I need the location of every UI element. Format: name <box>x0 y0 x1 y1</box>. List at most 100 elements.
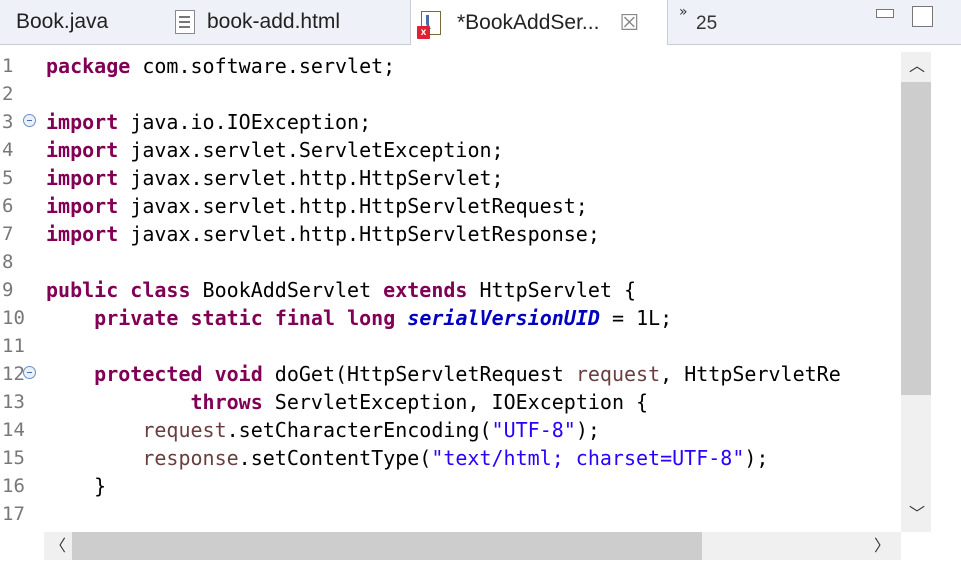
line-number: 7 <box>2 223 14 245</box>
line-number: 12 <box>2 363 25 385</box>
keyword-token: protected <box>94 362 203 386</box>
tab-label: *BookAddSer... <box>457 10 600 34</box>
line-number: 16 <box>2 475 25 497</box>
keyword-token: void <box>214 362 263 386</box>
keyword-token: package <box>46 54 131 78</box>
tab-label: Book.java <box>16 10 109 33</box>
html-file-icon <box>175 10 195 34</box>
line-number: 8 <box>2 251 14 273</box>
scroll-right-icon[interactable]: 〉 <box>874 538 890 554</box>
line-number: 1 <box>2 55 14 77</box>
code-token: ); <box>744 446 769 470</box>
code-text: request.setCharacterEncoding("UTF-8"); <box>46 416 600 444</box>
code-token: javax.servlet.http.HttpServletResponse; <box>118 222 600 246</box>
keyword-token: public <box>46 278 119 302</box>
line-number: 6 <box>2 195 14 217</box>
parameter-token: response <box>142 446 239 470</box>
line-number: 9 <box>2 279 14 301</box>
code-token: BookAddServlet <box>190 278 384 302</box>
code-text: } <box>46 472 106 500</box>
string-token: "UTF-8" <box>491 418 576 442</box>
tab-book-add-servlet[interactable]: x *BookAddSer... ☒ <box>410 0 668 45</box>
keyword-token: throws <box>190 390 263 414</box>
line-number: 13 <box>2 391 25 413</box>
code-token: } <box>46 474 107 498</box>
keyword-token: import <box>46 194 119 218</box>
code-token: javax.servlet.http.HttpServletRequest; <box>118 194 588 218</box>
code-token: ServletException, IOException { <box>262 390 649 414</box>
tab-book-add-html[interactable]: book-add.html <box>175 0 405 44</box>
code-token: = 1L; <box>599 306 673 330</box>
parameter-token: request <box>575 362 661 386</box>
scroll-up-icon[interactable]: ︿ <box>909 58 925 74</box>
code-token: , HttpServletRe <box>660 362 841 386</box>
code-text: response.setContentType("text/html; char… <box>46 444 768 472</box>
keyword-token: private <box>94 306 179 330</box>
vertical-scrollbar[interactable]: ︿ ﹀ <box>901 52 931 532</box>
keyword-token: import <box>46 138 119 162</box>
horizontal-scrollbar[interactable]: 〈 〉 <box>44 532 901 560</box>
horizontal-scroll-thumb[interactable] <box>72 532 702 560</box>
keyword-token: extends <box>383 278 468 302</box>
line-number: 11 <box>2 335 25 357</box>
code-editor[interactable]: 1 package com.software.servlet; 2 3 import j… <box>0 45 961 565</box>
tab-overflow-icon[interactable]: » <box>679 4 688 20</box>
keyword-token: import <box>46 110 119 134</box>
scroll-down-icon[interactable]: ﹀ <box>909 506 925 522</box>
tab-label: book-add.html <box>207 10 341 33</box>
code-text: package com.software.servlet; <box>46 52 395 80</box>
tab-book-java[interactable]: Book.java <box>0 0 160 44</box>
line-number: 3 <box>2 111 14 133</box>
line-number: 17 <box>2 503 25 525</box>
parameter-token: request <box>142 418 227 442</box>
line-number: 2 <box>2 83 14 105</box>
code-text: throws ServletException, IOException { <box>46 388 649 416</box>
code-text: private static final long serialVersionU… <box>46 304 672 332</box>
close-tab-icon[interactable]: ☒ <box>619 10 639 36</box>
vertical-scroll-thumb[interactable] <box>901 82 931 395</box>
line-number: 4 <box>2 139 14 161</box>
code-token: .setCharacterEncoding( <box>226 418 492 442</box>
scroll-left-icon[interactable]: 〈 <box>50 538 66 554</box>
keyword-token: static <box>190 306 263 330</box>
code-text: import javax.servlet.http.HttpServletRes… <box>46 220 600 248</box>
code-token: javax.servlet.ServletException; <box>118 138 504 162</box>
code-text: import javax.servlet.http.HttpServletReq… <box>46 192 588 220</box>
fold-collapse-icon[interactable] <box>23 366 36 379</box>
line-number: 10 <box>2 307 25 329</box>
field-token: serialVersionUID <box>407 306 600 330</box>
tab-overflow-count[interactable]: 25 <box>696 13 717 35</box>
code-text: import javax.servlet.ServletException; <box>46 136 504 164</box>
code-token: java.io.IOException; <box>118 110 372 134</box>
line-number: 15 <box>2 447 25 469</box>
java-file-error-icon: x <box>417 10 441 39</box>
editor-tab-bar: Book.java book-add.html x *BookAddSer...… <box>0 0 961 45</box>
string-token: "text/html; charset=UTF-8" <box>431 446 745 470</box>
keyword-token: long <box>347 306 396 330</box>
fold-collapse-icon[interactable] <box>23 114 36 127</box>
code-text: import java.io.IOException; <box>46 108 371 136</box>
keyword-token: class <box>130 278 191 302</box>
line-number: 5 <box>2 167 14 189</box>
code-text: import javax.servlet.http.HttpServlet; <box>46 164 504 192</box>
line-number: 14 <box>2 419 25 441</box>
code-token: com.software.servlet; <box>130 54 396 78</box>
code-token: javax.servlet.http.HttpServlet; <box>118 166 504 190</box>
minimize-button[interactable] <box>876 9 894 18</box>
code-text: protected void doGet(HttpServletRequest … <box>46 360 841 388</box>
code-token: HttpServlet { <box>467 278 637 302</box>
maximize-button[interactable] <box>912 6 933 27</box>
code-token: doGet(HttpServletRequest <box>262 362 576 386</box>
code-token: .setContentType( <box>238 446 432 470</box>
